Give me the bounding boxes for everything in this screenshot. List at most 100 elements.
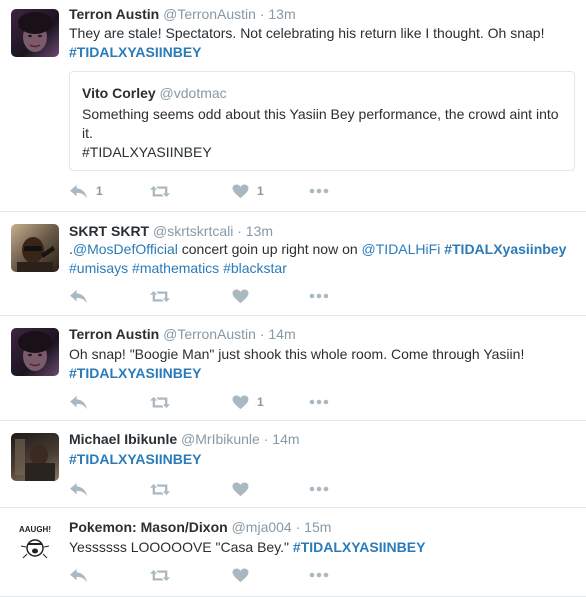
like-button[interactable]	[232, 566, 249, 584]
quoted-hashtag: #TIDALXYASIINBEY	[82, 144, 212, 160]
like-icon	[232, 568, 249, 583]
separator: ·	[259, 6, 265, 22]
author-name[interactable]: Michael Ibikunle	[69, 431, 177, 447]
separator: ·	[263, 431, 269, 447]
tweet-header: Terron Austin @TerronAustin · 13m	[69, 6, 296, 22]
hashtag-link[interactable]: #TIDALXyasiinbey	[444, 241, 566, 257]
tweet-actions	[69, 287, 369, 305]
hashtag-link[interactable]: #TIDALXYASIINBEY	[69, 44, 202, 60]
reply-count: 1	[96, 184, 103, 198]
quoted-author-handle: @vdotmac	[159, 85, 227, 101]
tweet-header: Terron Austin @TerronAustin · 14m	[69, 326, 296, 342]
retweet-icon	[149, 184, 171, 199]
author-handle[interactable]: @MrIbikunle	[181, 431, 260, 447]
reply-icon	[69, 482, 88, 497]
like-count: 1	[257, 184, 264, 198]
reply-icon	[69, 568, 88, 583]
tweet-text: Oh snap! "Boogie Man" just shook this wh…	[69, 345, 574, 383]
more-button[interactable]	[309, 480, 329, 498]
timestamp[interactable]: 13m	[246, 223, 273, 239]
like-icon	[232, 395, 249, 410]
retweet-icon	[149, 568, 171, 583]
timestamp[interactable]: 13m	[268, 6, 295, 22]
author-handle[interactable]: @TerronAustin	[163, 326, 256, 342]
hashtag-link[interactable]: #mathematics	[132, 260, 219, 276]
reply-button[interactable]	[69, 480, 88, 498]
mention-link[interactable]: @MosDefOfficial	[73, 241, 178, 257]
hashtag-link[interactable]: #TIDALXYASIINBEY	[69, 451, 202, 467]
more-icon	[309, 486, 329, 492]
tweet-item[interactable]: Michael Ibikunle @MrIbikunle · 14m #TIDA…	[0, 421, 586, 508]
separator: ·	[295, 519, 301, 535]
tweet-header: Michael Ibikunle @MrIbikunle · 14m	[69, 431, 300, 447]
reply-button[interactable]: 1	[69, 182, 103, 200]
hashtag-link[interactable]: #blackstar	[223, 260, 287, 276]
avatar[interactable]	[11, 328, 59, 376]
more-button[interactable]	[309, 393, 329, 411]
separator: ·	[237, 223, 242, 239]
quoted-author-name: Vito Corley	[82, 85, 156, 101]
avatar[interactable]	[11, 9, 59, 57]
avatar[interactable]: AAUGH!	[11, 520, 59, 568]
tweet-text: .@MosDefOfficial concert goin up right n…	[69, 240, 574, 278]
like-count: 1	[257, 395, 264, 409]
tweet-header: Pokemon: Mason/Dixon @mja004 · 15m	[69, 519, 331, 535]
tweet-text-part: concert goin up right now on	[177, 241, 362, 257]
reply-button[interactable]	[69, 287, 88, 305]
author-handle[interactable]: @mja004	[232, 519, 292, 535]
more-button[interactable]	[309, 287, 329, 305]
retweet-button[interactable]	[149, 182, 171, 200]
retweet-icon	[149, 482, 171, 497]
tweet-item[interactable]: AAUGH! Pokemon: Mason/Dixon @mja004 · 15…	[0, 508, 586, 597]
tweet-actions: 1	[69, 393, 369, 411]
timestamp[interactable]: 14m	[268, 326, 295, 342]
more-button[interactable]	[309, 182, 329, 200]
more-button[interactable]	[309, 566, 329, 584]
more-icon	[309, 188, 329, 194]
avatar-text: AAUGH!	[19, 525, 51, 534]
retweet-button[interactable]	[149, 566, 171, 584]
mention-link[interactable]: @TIDALHiFi	[362, 241, 441, 257]
tweet-actions: 1 1	[69, 182, 369, 200]
like-button[interactable]: 1	[232, 393, 264, 411]
like-icon	[232, 289, 249, 304]
author-name[interactable]: SKRT SKRT	[69, 223, 149, 239]
more-icon	[309, 293, 329, 299]
tweet-item[interactable]: SKRT SKRT @skrtskrtcali · 13m .@MosDefOf…	[0, 212, 586, 316]
quoted-text: Something seems odd about this Yasiin Be…	[82, 106, 559, 141]
retweet-button[interactable]	[149, 287, 171, 305]
retweet-button[interactable]	[149, 480, 171, 498]
hashtag-link[interactable]: #TIDALXYASIINBEY	[293, 539, 426, 555]
reply-button[interactable]	[69, 566, 88, 584]
tweet-text-line: Oh snap! "Boogie Man" just shook this wh…	[69, 346, 525, 362]
more-icon	[309, 399, 329, 405]
like-button[interactable]: 1	[232, 182, 264, 200]
retweet-button[interactable]	[149, 393, 171, 411]
timestamp[interactable]: 14m	[272, 431, 299, 447]
author-name[interactable]: Terron Austin	[69, 326, 159, 342]
avatar[interactable]	[11, 224, 59, 272]
reply-icon	[69, 289, 88, 304]
tweet-item[interactable]: Terron Austin @TerronAustin · 14m Oh sna…	[0, 316, 586, 421]
hashtag-link[interactable]: #TIDALXYASIINBEY	[69, 365, 202, 381]
author-name[interactable]: Terron Austin	[69, 6, 159, 22]
tweet-item[interactable]: Terron Austin @TerronAustin · 13m They a…	[0, 0, 586, 212]
tweet-text: They are stale! Spectators. Not celebrat…	[69, 24, 574, 62]
quoted-tweet[interactable]: Vito Corley @vdotmac Something seems odd…	[69, 71, 575, 171]
timestamp[interactable]: 15m	[304, 519, 331, 535]
reply-button[interactable]	[69, 393, 88, 411]
like-button[interactable]	[232, 287, 249, 305]
tweet-text-part: Yessssss LOOOOOVE "Casa Bey."	[69, 539, 290, 555]
like-button[interactable]	[232, 480, 249, 498]
author-name[interactable]: Pokemon: Mason/Dixon	[69, 519, 228, 535]
reply-icon	[69, 184, 88, 199]
hashtag-link[interactable]: #umisays	[69, 260, 128, 276]
reply-icon	[69, 395, 88, 410]
tweet-actions	[69, 566, 369, 584]
like-icon	[232, 184, 249, 199]
tweet-header: SKRT SKRT @skrtskrtcali · 13m	[69, 223, 273, 239]
like-icon	[232, 482, 249, 497]
author-handle[interactable]: @skrtskrtcali	[153, 223, 233, 239]
author-handle[interactable]: @TerronAustin	[163, 6, 256, 22]
avatar[interactable]	[11, 433, 59, 481]
